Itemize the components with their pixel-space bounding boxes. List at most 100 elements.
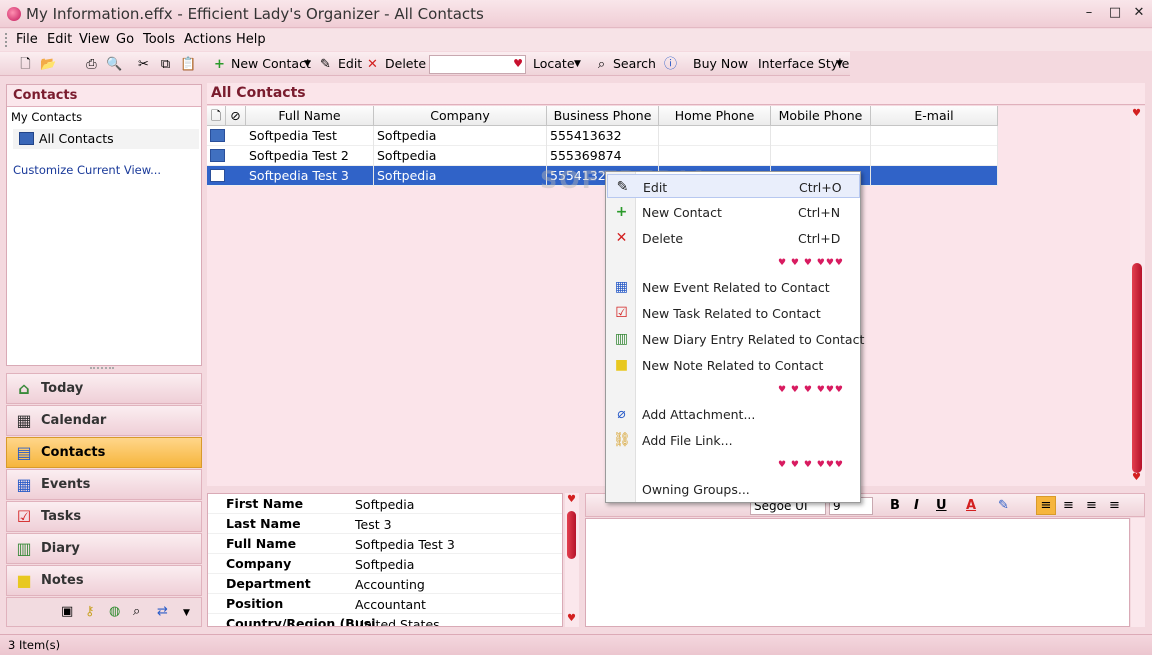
ctx-add-file-link[interactable]: ⛓ Add File Link... — [607, 428, 860, 452]
align-right-icon[interactable]: ≡ — [1086, 498, 1097, 513]
edit-button[interactable]: Edit — [338, 56, 362, 71]
column-company[interactable]: Company — [374, 106, 547, 126]
copy-icon[interactable]: ⧉ — [158, 57, 173, 72]
notes-editor[interactable] — [585, 518, 1130, 627]
shortcut-card-icon[interactable]: ▣ — [61, 604, 73, 619]
new-contact-button[interactable]: New Contact — [231, 56, 311, 71]
menu-tools[interactable]: Tools — [143, 32, 175, 47]
delete-button[interactable]: Delete — [385, 56, 426, 71]
align-center-icon[interactable]: ≡ — [1063, 498, 1074, 513]
column-mobile-phone[interactable]: Mobile Phone — [771, 106, 871, 126]
nav-notes[interactable]: ■ Notes — [6, 565, 202, 596]
ctx-new-diary[interactable]: ▥ New Diary Entry Related to Contact — [607, 327, 864, 351]
column-business-phone[interactable]: Business Phone — [547, 106, 659, 126]
contact-card-icon — [210, 149, 225, 162]
ctx-add-attachment[interactable]: ⌀ Add Attachment... — [607, 402, 860, 426]
window-title: My Information.effx - Efficient Lady's O… — [26, 5, 484, 23]
menu-go[interactable]: Go — [116, 32, 134, 47]
ctx-new-event[interactable]: ▦ New Event Related to Contact — [607, 275, 860, 299]
cell-home-phone — [659, 126, 771, 146]
grid-scrollbar[interactable]: ♥ ♥ — [1130, 106, 1145, 486]
cell-company: Softpedia — [374, 126, 547, 146]
ctx-edit[interactable]: ✎ Edit Ctrl+O — [607, 174, 860, 198]
scroll-thumb[interactable] — [567, 511, 576, 559]
paste-icon[interactable]: 📋 — [180, 57, 196, 72]
cut-icon[interactable]: ✂ — [136, 57, 151, 72]
locate-button[interactable]: Locate — [533, 56, 575, 71]
detail-value: United States — [355, 617, 440, 627]
bold-button[interactable]: B — [890, 498, 900, 513]
print-icon[interactable]: ⎙ — [84, 57, 99, 72]
nav-tasks[interactable]: ☑ Tasks — [6, 501, 202, 532]
diary-book-icon: ▥ — [16, 539, 32, 558]
configure-buttons-dropdown[interactable]: ▼ — [183, 608, 190, 618]
menu-actions[interactable]: Actions — [184, 32, 232, 47]
globe-icon[interactable]: ◍ — [109, 604, 120, 619]
new-contact-dropdown[interactable]: ▼ — [304, 59, 311, 69]
edit-icon[interactable]: ✎ — [318, 57, 333, 72]
folder-group-label: My Contacts — [11, 110, 83, 124]
menu-file[interactable]: File — [16, 32, 38, 47]
notes-scrollbar[interactable] — [1131, 518, 1145, 627]
column-email[interactable]: E-mail — [871, 106, 998, 126]
nav-contacts[interactable]: ▤ Contacts — [6, 437, 202, 468]
ctx-delete[interactable]: ✕ Delete Ctrl+D — [607, 226, 860, 250]
details-scrollbar[interactable]: ♥ ♥ — [565, 493, 579, 627]
folder-item-all-contacts[interactable]: All Contacts — [13, 129, 199, 149]
underline-button[interactable]: U — [936, 498, 947, 513]
ctx-new-contact[interactable]: + New Contact Ctrl+N — [607, 200, 860, 224]
locate-dropdown[interactable]: ▼ — [574, 59, 581, 69]
locate-combo[interactable]: ♥ — [429, 55, 526, 74]
type-column-icon[interactable]: 🗋 — [207, 106, 226, 126]
open-folder-icon[interactable]: 📂 — [40, 57, 56, 72]
search-button[interactable]: Search — [613, 56, 656, 71]
delete-icon: ✕ — [615, 230, 628, 246]
sync-icon[interactable]: ⇄ — [157, 604, 168, 619]
search-icon[interactable]: ⌕ — [594, 57, 609, 72]
align-left-icon[interactable]: ≡ — [1036, 496, 1056, 515]
italic-button[interactable]: I — [914, 498, 919, 513]
scroll-up-heart-icon[interactable]: ♥ — [567, 494, 576, 505]
menu-edit[interactable]: Edit — [47, 32, 72, 47]
ctx-new-task[interactable]: ☑ New Task Related to Contact — [607, 301, 860, 325]
scroll-up-heart-icon[interactable]: ♥ — [1132, 108, 1141, 119]
sticky-note-icon: ■ — [614, 357, 629, 373]
menu-help[interactable]: Help — [236, 32, 266, 47]
attachment-column-icon[interactable]: ⊘ — [226, 106, 246, 126]
scroll-down-heart-icon[interactable]: ♥ — [1132, 472, 1141, 483]
column-home-phone[interactable]: Home Phone — [659, 106, 771, 126]
calendar-icon: ▦ — [16, 411, 32, 430]
cell-company: Softpedia — [374, 146, 547, 166]
maximize-button[interactable]: □ — [1103, 4, 1127, 22]
find-icon[interactable]: ⌕ — [133, 604, 140, 619]
ctx-owning-groups[interactable]: Owning Groups... — [607, 477, 860, 501]
close-button[interactable]: ✕ — [1127, 4, 1151, 22]
font-color-button[interactable]: A — [966, 498, 976, 513]
delete-icon[interactable]: ✕ — [365, 57, 380, 72]
scroll-thumb[interactable] — [1132, 263, 1142, 473]
scroll-down-heart-icon[interactable]: ♥ — [567, 613, 576, 624]
buy-now-button[interactable]: Buy Now — [693, 56, 748, 71]
table-row[interactable]: Softpedia Test 2 Softpedia 555369874 — [207, 146, 998, 166]
plus-icon[interactable]: + — [212, 57, 227, 72]
new-document-icon[interactable]: 🗋 — [18, 57, 33, 72]
table-row[interactable]: Softpedia Test Softpedia 555413632 — [207, 126, 998, 146]
highlight-icon[interactable]: ✎ — [998, 498, 1009, 513]
ctx-new-note[interactable]: ■ New Note Related to Contact — [607, 353, 860, 377]
interface-style-dropdown[interactable]: ▼ — [836, 59, 843, 69]
nav-diary[interactable]: ▥ Diary — [6, 533, 202, 564]
column-full-name[interactable]: Full Name — [246, 106, 374, 126]
nav-calendar[interactable]: ▦ Calendar — [6, 405, 202, 436]
ctx-label: Add File Link... — [642, 433, 733, 448]
help-icon[interactable]: ⓘ — [663, 57, 678, 72]
nav-events[interactable]: ▦ Events — [6, 469, 202, 500]
print-preview-icon[interactable]: 🔍 — [106, 57, 122, 72]
key-icon[interactable]: ⚷ — [85, 604, 95, 619]
nav-today[interactable]: ⌂ Today — [6, 373, 202, 404]
justify-icon[interactable]: ≡ — [1109, 498, 1120, 513]
menu-view[interactable]: View — [79, 32, 110, 47]
customize-view-link[interactable]: Customize Current View... — [13, 163, 161, 177]
address-card-icon: ▤ — [16, 443, 32, 462]
minimize-button[interactable]: – — [1077, 4, 1101, 22]
panel-splitter[interactable] — [90, 367, 114, 370]
